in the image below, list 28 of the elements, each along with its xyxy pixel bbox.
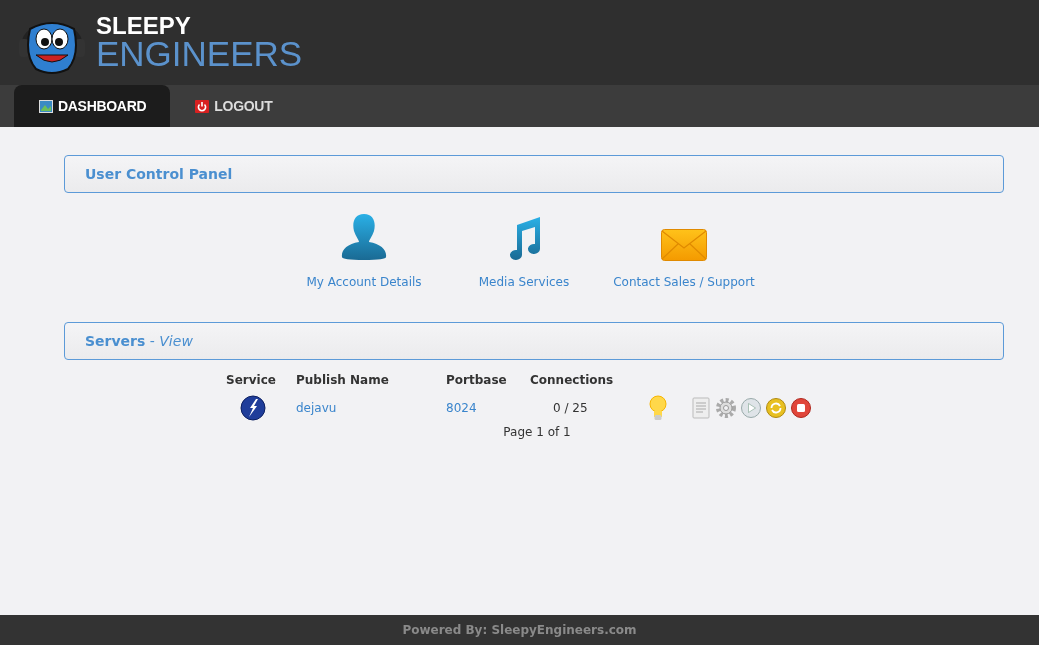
person-icon	[341, 213, 387, 261]
panel-title: Servers - View	[64, 322, 1004, 360]
logo-text: SLEEPY	[96, 14, 192, 38]
lightning-globe-icon	[240, 394, 266, 421]
shortcut-link[interactable]: Contact Sales / Support	[613, 275, 755, 289]
connections-count: 0 / 25	[553, 400, 588, 415]
column-header: Service	[226, 373, 277, 389]
nav-tab[interactable]: DASHBOARD	[14, 85, 171, 127]
footer-text: Powered By: SleepyEngineers.com	[402, 623, 637, 637]
picture-icon	[39, 99, 53, 113]
refresh-icon[interactable]	[765, 396, 787, 419]
shortcut-link[interactable]: Media Services	[478, 275, 570, 289]
nav-tab[interactable]: LOGOUT	[170, 85, 297, 127]
column-header: Publish Name	[295, 373, 390, 389]
shortcut-link[interactable]: My Account Details	[306, 275, 422, 289]
play-icon[interactable]	[740, 396, 762, 419]
panel-title: User Control Panel	[64, 155, 1004, 193]
envelope-icon	[661, 229, 707, 261]
power-icon	[195, 99, 210, 113]
stop-icon[interactable]	[790, 396, 812, 419]
column-header: Portbase	[446, 373, 508, 389]
logo-text: ENGINEERS	[96, 36, 303, 71]
document-icon[interactable]	[690, 396, 712, 419]
portbase-link[interactable]: 8024	[446, 400, 477, 415]
publish-name-link[interactable]: dejavu	[296, 400, 337, 415]
pagination-text: Page 1 of 1	[503, 425, 571, 439]
column-header: Connections	[530, 373, 615, 389]
gear-icon[interactable]	[715, 396, 737, 419]
